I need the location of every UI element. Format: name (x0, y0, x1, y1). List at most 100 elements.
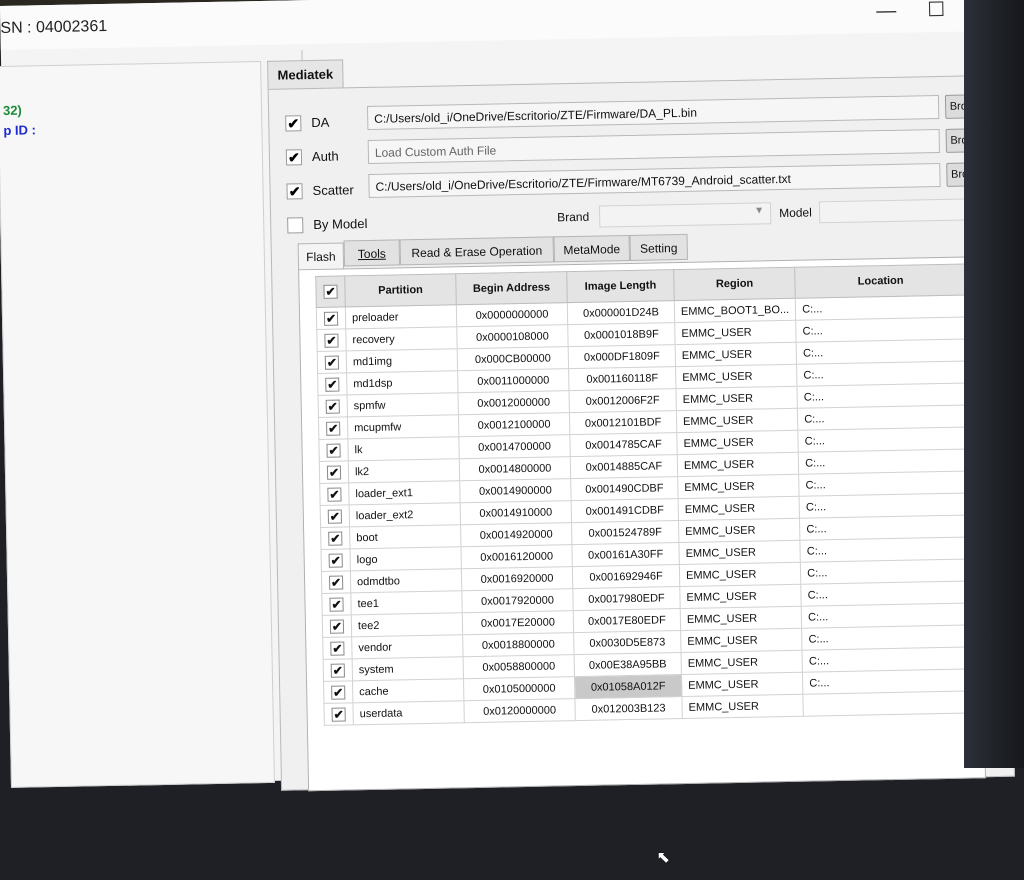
scatter-file-field[interactable]: C:/Users/old_i/OneDrive/Escritorio/ZTE/F… (368, 162, 941, 198)
row-checkbox[interactable]: ✔ (326, 421, 341, 436)
cell-image-length: 0x012003B123 (574, 696, 683, 721)
header-region[interactable]: Region (673, 267, 796, 301)
partition-table-panel: ✔ Partition Begin Address Image Length R… (298, 256, 987, 867)
cell-partition: logo (349, 546, 462, 571)
da-label: DA (311, 114, 330, 131)
model-dropdown[interactable]: ▼ (818, 198, 986, 224)
row-checkbox[interactable]: ✔ (325, 399, 340, 414)
row-checkbox[interactable]: ✔ (324, 333, 339, 348)
tab-setting[interactable]: Setting (629, 233, 688, 261)
tab-mediatek[interactable]: Mediatek (267, 59, 344, 90)
cell-begin-address: 0x0017E20000 (462, 610, 574, 635)
row-checkbox[interactable]: ✔ (328, 553, 343, 568)
cell-image-length: 0x000DF1809F (568, 344, 676, 369)
tab-tools[interactable]: Tools (343, 239, 401, 267)
row-checkbox-cell[interactable]: ✔ (321, 592, 352, 616)
cell-image-length: 0x0030D5E873 (573, 630, 682, 655)
scatter-checkbox[interactable]: ✔ (286, 183, 303, 200)
row-checkbox-cell[interactable]: ✔ (322, 636, 353, 660)
cell-region: EMMC_USER (680, 628, 803, 653)
maximize-button[interactable]: ☐ (916, 0, 957, 26)
row-checkbox[interactable]: ✔ (327, 509, 342, 524)
cell-begin-address: 0x0120000000 (463, 698, 576, 723)
row-checkbox[interactable]: ✔ (331, 685, 346, 700)
row-checkbox[interactable]: ✔ (324, 355, 340, 370)
header-partition[interactable]: Partition (344, 273, 457, 307)
cell-region: EMMC_USER (678, 518, 801, 543)
row-checkbox[interactable]: ✔ (325, 377, 340, 392)
partition-rows: ✔ preloader 0x0000000000 0x000001D24B EMMC_B… (316, 295, 975, 726)
brand-dropdown[interactable]: ▼ (598, 202, 772, 228)
tab-metamode[interactable]: MetaMode (553, 234, 631, 263)
scatter-label: Scatter (312, 182, 354, 199)
auth-label: Auth (311, 148, 339, 165)
row-checkbox-cell[interactable]: ✔ (323, 680, 353, 704)
by-model-checkbox[interactable] (287, 217, 304, 234)
row-checkbox-cell[interactable]: ✔ (318, 416, 348, 440)
cell-region: EMMC_USER (676, 408, 798, 433)
header-image-length[interactable]: Image Length (566, 269, 675, 303)
row-checkbox[interactable]: ✔ (330, 641, 345, 656)
cell-region: EMMC_USER (678, 540, 801, 565)
cell-region: EMMC_USER (679, 584, 802, 609)
cell-image-length: 0x0014885CAF (570, 454, 678, 479)
cell-region: EMMC_USER (681, 672, 804, 697)
cell-begin-address: 0x0014700000 (458, 434, 571, 459)
select-all-checkbox[interactable]: ✔ (323, 284, 338, 299)
row-checkbox[interactable]: ✔ (329, 597, 344, 612)
cell-region: EMMC_BOOT1_BO... (674, 298, 796, 323)
header-begin-address[interactable]: Begin Address (455, 271, 568, 305)
row-checkbox-cell[interactable]: ✔ (319, 460, 349, 484)
row-checkbox[interactable]: ✔ (323, 311, 339, 326)
row-checkbox-cell[interactable]: ✔ (322, 614, 352, 638)
row-checkbox-cell[interactable]: ✔ (317, 350, 347, 374)
cell-region: EMMC_USER (675, 342, 797, 367)
row-checkbox-cell[interactable]: ✔ (323, 702, 354, 726)
row-checkbox[interactable]: ✔ (330, 663, 345, 678)
row-checkbox-cell[interactable]: ✔ (318, 438, 349, 462)
row-checkbox-cell[interactable]: ✔ (319, 482, 350, 506)
row-checkbox[interactable]: ✔ (331, 706, 346, 722)
cell-image-length: 0x001160118F (568, 366, 676, 391)
row-checkbox[interactable]: ✔ (327, 487, 342, 502)
row-checkbox[interactable]: ✔ (328, 575, 344, 590)
cell-image-length: 0x001490CDBF (570, 476, 679, 501)
row-checkbox-cell[interactable]: ✔ (323, 658, 353, 682)
row-checkbox-cell[interactable]: ✔ (320, 504, 350, 528)
minimize-button[interactable]: — (866, 0, 907, 27)
row-checkbox-cell[interactable]: ✔ (317, 372, 348, 396)
cell-image-length: 0x001692946F (572, 564, 680, 589)
da-checkbox[interactable]: ✔ (285, 115, 302, 132)
cell-begin-address: 0x0105000000 (463, 676, 575, 701)
row-checkbox[interactable]: ✔ (329, 619, 345, 634)
select-all-header[interactable]: ✔ (315, 275, 346, 308)
auth-checkbox[interactable]: ✔ (285, 149, 303, 166)
row-checkbox-cell[interactable]: ✔ (320, 548, 351, 572)
da-file-field[interactable]: C:/Users/old_i/OneDrive/Escritorio/ZTE/F… (366, 94, 940, 130)
row-checkbox-cell[interactable]: ✔ (316, 306, 346, 330)
cell-region: EMMC_USER (681, 650, 803, 675)
cell-partition: preloader (345, 304, 457, 329)
header-location[interactable]: Location (794, 264, 967, 299)
cell-begin-address: 0x000CB00000 (457, 346, 569, 371)
cell-begin-address: 0x0000000000 (456, 302, 568, 327)
cell-region: EMMC_USER (677, 474, 800, 499)
cell-image-length: 0x001524789F (571, 520, 679, 545)
row-checkbox-cell[interactable]: ✔ (320, 526, 350, 550)
tab-read-erase[interactable]: Read & Erase Operation (399, 236, 555, 266)
row-checkbox[interactable]: ✔ (326, 465, 342, 480)
cell-image-length: 0x00161A30FF (571, 542, 680, 567)
window-title: SN : 04002361 (0, 17, 108, 37)
brand-label: Brand (557, 209, 590, 225)
cell-image-length: 0x000001D24B (567, 300, 675, 325)
row-checkbox-cell[interactable]: ✔ (316, 328, 347, 352)
cell-image-length: 0x00E38A95BB (574, 652, 682, 677)
by-model-label: By Model (313, 215, 368, 233)
auth-file-field[interactable]: Load Custom Auth File (367, 128, 940, 164)
row-checkbox[interactable]: ✔ (326, 443, 341, 458)
row-checkbox-cell[interactable]: ✔ (318, 394, 348, 418)
row-checkbox-cell[interactable]: ✔ (321, 570, 351, 594)
cell-partition: tee1 (350, 590, 463, 615)
cell-partition: lk2 (348, 458, 460, 483)
row-checkbox[interactable]: ✔ (328, 531, 343, 546)
